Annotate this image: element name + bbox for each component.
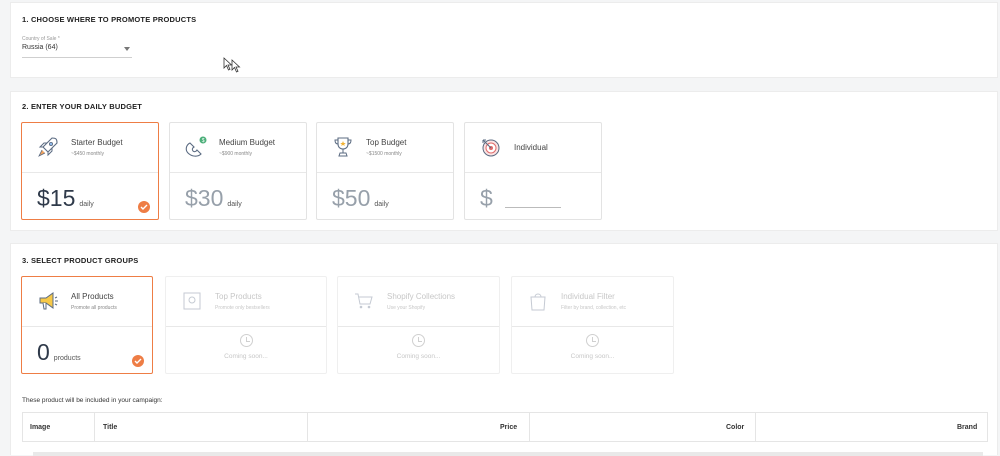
card-title: All Products xyxy=(71,292,114,301)
card-title: Individual xyxy=(514,143,548,152)
individual-budget-input[interactable] xyxy=(505,207,561,208)
country-select-value: Russia (64) xyxy=(22,44,58,51)
amount-value: $30 xyxy=(185,185,224,211)
group-card-shopify-collections: Shopify Collections Use your Shopify Com… xyxy=(337,276,500,374)
card-subtitle: ~$900 monthly xyxy=(219,151,252,157)
clock-icon xyxy=(586,334,599,347)
magnet-dollar-icon: $ xyxy=(185,136,207,157)
coming-soon-text: Coming soon... xyxy=(224,353,268,360)
country-section: 1. CHOOSE WHERE TO PROMOTE PRODUCTS Coun… xyxy=(10,2,998,78)
card-title: Top Budget xyxy=(366,138,407,147)
products-count: 0 products xyxy=(37,339,81,366)
card-subtitle: ~$450 monthly xyxy=(71,151,104,157)
budget-amount: $30 daily xyxy=(185,185,242,212)
amount-unit: daily xyxy=(79,201,94,208)
amount-value: $50 xyxy=(332,185,371,211)
megaphone-icon xyxy=(39,292,58,310)
card-title: Starter Budget xyxy=(71,138,123,147)
shopping-bag-icon xyxy=(530,293,546,311)
section-title: 1. CHOOSE WHERE TO PROMOTE PRODUCTS xyxy=(22,15,197,24)
count-unit: products xyxy=(53,355,81,362)
card-title: Medium Budget xyxy=(219,138,276,147)
column-header-image[interactable]: Image xyxy=(30,424,50,431)
column-divider xyxy=(529,413,530,441)
bestseller-icon xyxy=(183,292,201,310)
budget-card-starter[interactable]: Starter Budget ~$450 monthly $15 daily xyxy=(21,122,159,220)
card-title: Individual Filter xyxy=(561,292,615,301)
amount-unit: daily xyxy=(227,201,242,208)
coming-soon-text: Coming soon... xyxy=(570,353,615,360)
card-subtitle: ~$1500 monthly xyxy=(366,151,402,157)
trophy-icon xyxy=(334,137,352,157)
coming-soon-text: Coming soon... xyxy=(396,353,441,360)
country-select[interactable]: Russia (64) xyxy=(22,44,132,58)
country-label: Country of Sale * xyxy=(22,36,60,42)
budget-card-top[interactable]: Top Budget ~$1500 monthly $50 daily xyxy=(316,122,454,220)
rocket-icon xyxy=(38,137,58,157)
budget-amount: $15 daily xyxy=(37,185,94,212)
card-subtitle: Promote all products xyxy=(71,305,117,311)
column-divider xyxy=(307,413,308,441)
clock-icon xyxy=(412,334,425,347)
clock-icon xyxy=(240,334,253,347)
product-groups-section: 3. SELECT PRODUCT GROUPS All Products Pr… xyxy=(10,243,998,456)
column-header-brand[interactable]: Brand xyxy=(957,424,977,431)
products-table-header: Image Title Price Color Brand xyxy=(22,412,988,442)
check-icon xyxy=(132,355,144,367)
section-title: 2. ENTER YOUR DAILY BUDGET xyxy=(22,102,143,111)
card-title: Top Products xyxy=(215,292,262,301)
amount-value: $15 xyxy=(37,185,76,211)
column-header-color[interactable]: Color xyxy=(726,424,744,431)
amount-unit: daily xyxy=(374,201,389,208)
cart-icon xyxy=(355,293,373,309)
group-card-individual-filter: Individual Filter Filter by brand, colle… xyxy=(511,276,674,374)
mouse-cursor-icon xyxy=(223,57,241,73)
budget-section: 2. ENTER YOUR DAILY BUDGET Starter Budge… xyxy=(10,91,998,231)
card-subtitle: Promote only bestsellers xyxy=(215,305,270,311)
section-title: 3. SELECT PRODUCT GROUPS xyxy=(22,256,139,265)
card-subtitle: Filter by brand, collection, etc xyxy=(561,305,627,311)
budget-amount: $50 daily xyxy=(332,185,389,212)
target-icon xyxy=(482,139,500,157)
budget-card-individual[interactable]: Individual $ xyxy=(464,122,602,220)
card-subtitle: Use your Shopify xyxy=(387,305,426,311)
group-card-all-products[interactable]: All Products Promote all products 0 produ… xyxy=(21,276,153,374)
check-icon xyxy=(138,201,150,213)
group-card-top-products: Top Products Promote only bestsellers Co… xyxy=(165,276,327,374)
campaign-products-note: These product will be included in your c… xyxy=(22,397,163,404)
column-header-title[interactable]: Title xyxy=(103,424,117,431)
column-divider xyxy=(94,413,95,441)
svg-text:$: $ xyxy=(202,138,205,144)
card-title: Shopify Collections xyxy=(387,292,456,301)
budget-amount: $ xyxy=(480,185,493,212)
chevron-down-icon xyxy=(124,47,130,51)
amount-value: $ xyxy=(480,185,493,211)
column-divider xyxy=(755,413,756,441)
budget-card-medium[interactable]: $ Medium Budget ~$900 monthly $30 daily xyxy=(169,122,307,220)
count-value: 0 xyxy=(37,339,50,365)
column-header-price[interactable]: Price xyxy=(500,424,517,431)
